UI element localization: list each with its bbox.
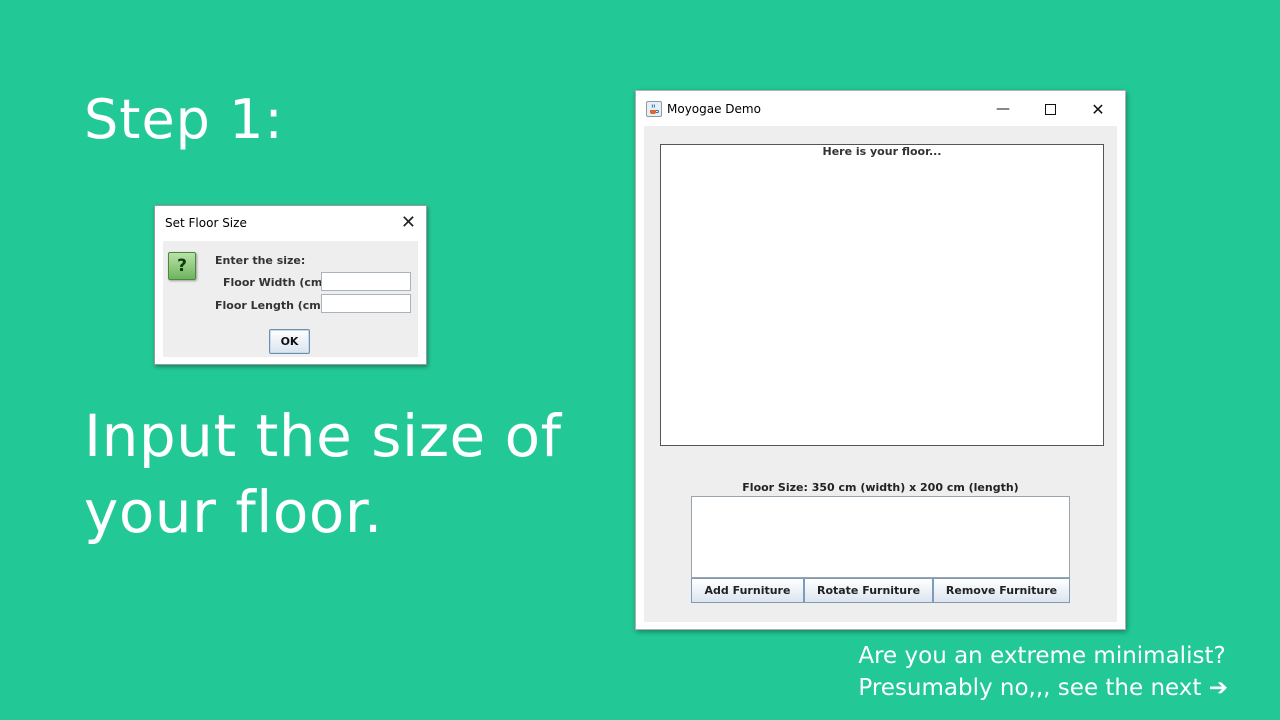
footer-line-2: Presumably no,,, see the next ➔ [858,675,1228,701]
add-furniture-button[interactable]: Add Furniture [691,578,804,603]
furniture-button-row: Add Furniture Rotate Furniture Remove Fu… [691,578,1070,603]
question-icon: ? [168,252,196,280]
instruction-text: Input the size of your floor. [84,398,562,550]
step-title: Step 1: [84,88,284,151]
footer-note: Are you an extreme minimalist? Presumabl… [858,640,1228,704]
instruction-line-1: Input the size of [84,402,562,470]
moyogae-demo-window: Moyogae Demo — ✕ Here is your floor... F… [635,90,1126,630]
window-content: Here is your floor... Floor Size: 350 cm… [644,126,1117,622]
floor-size-label: Floor Size: 350 cm (width) x 200 cm (len… [742,481,1019,494]
floor-caption: Here is your floor... [822,145,942,158]
remove-furniture-button[interactable]: Remove Furniture [933,578,1070,603]
floor-length-label: Floor Length (cm) [215,299,326,312]
footer-line-1: Are you an extreme minimalist? [858,643,1226,669]
window-close-icon[interactable]: ✕ [1083,99,1113,119]
ok-button[interactable]: OK [269,329,310,354]
dialog-prompt: Enter the size: [215,254,306,267]
dialog-titlebar[interactable]: Set Floor Size ✕ [155,206,426,240]
minimize-icon[interactable]: — [988,99,1018,119]
java-app-icon [646,101,662,117]
instruction-line-2: your floor. [84,478,383,546]
floor-canvas[interactable]: Here is your floor... [660,144,1104,446]
dialog-body: ? Enter the size: Floor Width (cm) Floor… [163,241,418,357]
furniture-list[interactable] [691,496,1070,578]
floor-width-label: Floor Width (cm) [223,276,328,289]
java-cup-icon [650,104,659,114]
rotate-furniture-button[interactable]: Rotate Furniture [804,578,933,603]
dialog-title: Set Floor Size [165,216,247,230]
floor-length-field[interactable] [321,294,411,313]
window-title: Moyogae Demo [667,102,761,116]
set-floor-size-dialog: Set Floor Size ✕ ? Enter the size: Floor… [154,205,427,365]
close-icon[interactable]: ✕ [401,214,416,232]
maximize-icon[interactable] [1035,99,1065,119]
window-titlebar[interactable]: Moyogae Demo — ✕ [636,91,1125,126]
floor-width-field[interactable] [321,272,411,291]
